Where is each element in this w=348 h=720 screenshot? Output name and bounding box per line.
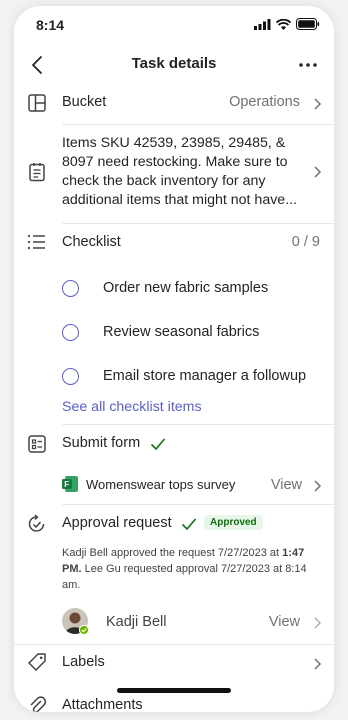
checkbox-circle[interactable] [62, 280, 79, 297]
svg-text:F: F [64, 480, 69, 489]
checkbox-circle[interactable] [62, 324, 79, 341]
bucket-value: Operations [229, 94, 300, 110]
approval-line1: Kadji Bell approved the request 7/27/202… [62, 547, 280, 559]
checklist-count: 0 / 9 [291, 234, 320, 250]
checklist-header[interactable]: Checklist 0 / 9 [14, 224, 334, 262]
labels-row[interactable]: Labels [14, 645, 334, 679]
status-icons [254, 18, 320, 30]
checkmark-icon [150, 438, 166, 451]
approval-details: Kadji Bell approved the request 7/27/202… [62, 545, 324, 593]
attachments-label: Attachments [62, 697, 143, 712]
signal-icon [254, 18, 271, 30]
view-form-button[interactable]: View [271, 477, 302, 493]
battery-icon [296, 18, 320, 30]
forms-app-icon: F [62, 476, 78, 492]
phone-screen: 8:14 Task details Bucket Operations Item… [14, 6, 334, 712]
status-time: 8:14 [36, 17, 65, 33]
more-icon[interactable] [296, 53, 320, 77]
checklist-icon [27, 234, 45, 250]
notes-icon [29, 163, 45, 182]
notes-row[interactable]: Items SKU 42539, 23985, 29485, & 8097 ne… [14, 125, 334, 221]
see-all-checklist-link[interactable]: See all checklist items [62, 399, 202, 415]
chevron-right-icon [314, 166, 322, 178]
status-bar: 8:14 [14, 6, 334, 44]
board-icon [28, 94, 46, 112]
checklist-item-label: Email store manager a followup [103, 368, 307, 384]
approved-badge: Approved [204, 515, 263, 530]
checkbox-circle[interactable] [62, 368, 79, 385]
chevron-right-icon [314, 658, 322, 670]
submit-form-label: Submit form [62, 435, 141, 451]
checklist-item[interactable]: Order new fabric samples [14, 268, 334, 308]
page-title: Task details [131, 55, 217, 72]
checklist-item-label: Order new fabric samples [103, 280, 269, 296]
checklist-item[interactable]: Review seasonal fabrics [14, 312, 334, 352]
chevron-right-icon [314, 98, 322, 110]
notes-text: Items SKU 42539, 23985, 29485, & 8097 ne… [62, 135, 298, 208]
approver-row[interactable]: Kadji Bell View [14, 600, 334, 640]
paperclip-icon [30, 696, 47, 712]
approved-status-icon [79, 625, 89, 635]
checkmark-icon [181, 518, 197, 531]
bucket-row[interactable]: Bucket Operations [14, 86, 334, 122]
attachments-row[interactable]: Attachments [14, 690, 334, 712]
approval-line1-rest: Lee Gu requested approval 7/27/2023 at 8… [62, 563, 307, 591]
approver-name: Kadji Bell [106, 614, 167, 630]
bucket-label: Bucket [62, 94, 107, 110]
survey-name: Womenswear tops survey [86, 477, 236, 492]
form-attachment-row[interactable]: F Womenswear tops survey View [14, 468, 334, 502]
checklist-label: Checklist [62, 234, 121, 250]
checklist-item[interactable]: Email store manager a followup [14, 356, 334, 396]
home-indicator [117, 688, 231, 693]
nav-bar: Task details [14, 44, 334, 86]
chevron-right-icon [314, 617, 322, 629]
checklist-item-label: Review seasonal fabrics [103, 324, 260, 340]
form-icon [28, 435, 46, 453]
chevron-right-icon [314, 480, 322, 492]
submit-form-row: Submit form [14, 425, 334, 463]
approval-row: Approval request Approved [14, 505, 334, 543]
wifi-icon [276, 18, 291, 30]
approval-label: Approval request [62, 515, 172, 531]
tag-icon [28, 653, 46, 671]
approval-icon [28, 514, 45, 532]
labels-label: Labels [62, 654, 105, 670]
view-approval-button[interactable]: View [269, 614, 300, 630]
